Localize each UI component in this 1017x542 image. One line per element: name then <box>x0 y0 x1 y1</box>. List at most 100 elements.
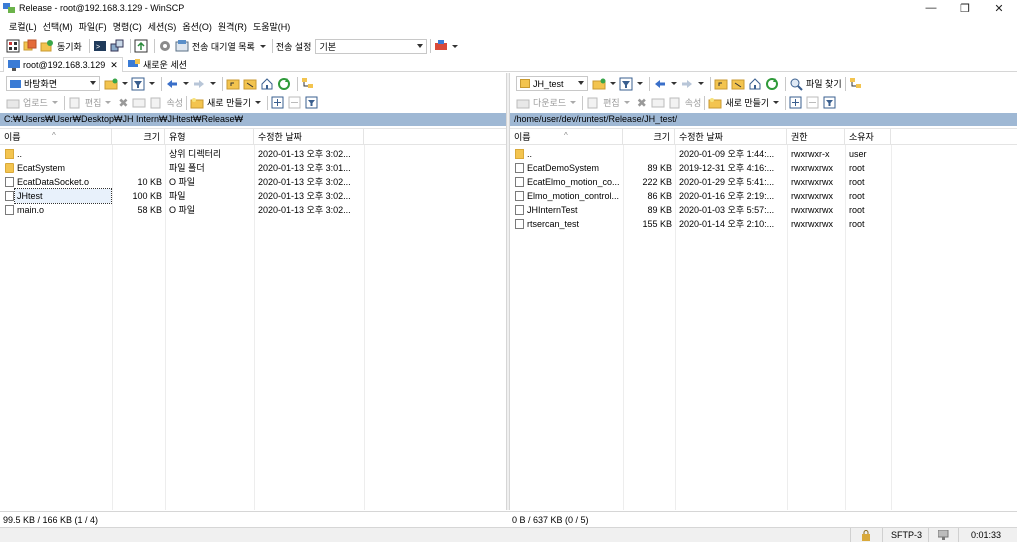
local-path-bar[interactable]: C:₩Users₩User₩Desktop₩JH Intern₩JHtest₩R… <box>0 113 506 126</box>
table-row[interactable]: rtsercan_test 155 KB 2020-01-14 오후 2:10:… <box>510 217 1017 231</box>
parent-dir-icon[interactable] <box>226 77 240 91</box>
close-tab-icon[interactable]: ✕ <box>110 60 118 71</box>
menu-remote[interactable]: 원격(R) <box>215 20 250 33</box>
upload-icon[interactable] <box>6 96 20 110</box>
menu-options[interactable]: 옵션(O) <box>179 20 215 33</box>
table-row[interactable]: EcatDataSocket.o 10 KB O 파일 2020-01-13 오… <box>0 175 506 189</box>
chevron-down-icon[interactable] <box>452 44 459 48</box>
chevron-down-icon[interactable] <box>51 101 58 104</box>
table-row[interactable]: Elmo_motion_control... 86 KB 2020-01-16 … <box>510 189 1017 203</box>
parent-dir-icon[interactable] <box>714 77 728 91</box>
chevron-down-icon[interactable] <box>773 101 780 104</box>
chevron-down-icon[interactable] <box>122 82 128 85</box>
properties-icon[interactable] <box>149 96 163 110</box>
properties-icon[interactable] <box>668 96 682 110</box>
menu-select[interactable]: 선택(M) <box>40 20 76 33</box>
chevron-down-icon[interactable] <box>183 82 189 85</box>
back-arrow-icon[interactable] <box>653 77 667 91</box>
delete-icon[interactable]: ✖ <box>637 96 647 110</box>
chevron-down-icon[interactable] <box>149 82 155 85</box>
filter-icon[interactable] <box>131 77 145 91</box>
col-name[interactable]: 이름 ^ <box>510 129 623 145</box>
menu-help[interactable]: 도움말(H) <box>250 20 293 33</box>
find-files-button[interactable]: 파일 찾기 <box>806 77 842 90</box>
col-modified[interactable]: 수정한 날짜 <box>675 129 787 145</box>
chevron-down-icon[interactable] <box>210 82 216 85</box>
refresh-icon[interactable] <box>765 77 779 91</box>
chevron-down-icon[interactable] <box>623 101 630 104</box>
col-modified[interactable]: 수정한 날짜 <box>254 129 364 145</box>
chevron-down-icon[interactable] <box>254 101 261 104</box>
new-folder-icon[interactable] <box>190 96 204 110</box>
col-size[interactable]: 크기 <box>112 129 165 145</box>
transfer-queue-icon[interactable] <box>175 39 189 53</box>
upload-button[interactable]: 업로드 <box>23 96 48 109</box>
unselect-icon[interactable] <box>806 96 820 110</box>
filter-icon[interactable] <box>619 77 633 91</box>
open-folder-icon[interactable] <box>104 77 118 91</box>
queue-list-button[interactable]: 전송 대기열 목록 <box>192 40 255 53</box>
col-name[interactable]: 이름 ^ <box>0 129 112 145</box>
chevron-down-icon[interactable] <box>610 82 616 85</box>
chevron-down-icon[interactable] <box>698 82 704 85</box>
edit-button[interactable]: 편집 <box>85 96 102 109</box>
table-row[interactable]: main.o 58 KB O 파일 2020-01-13 오후 3:02... <box>0 203 506 217</box>
menu-local[interactable]: 로컬(L) <box>6 20 40 33</box>
synchronize-button[interactable]: 동기화 <box>57 40 82 53</box>
menu-file[interactable]: 파일(F) <box>76 20 110 33</box>
remote-location-select[interactable]: JH_test <box>516 76 588 91</box>
col-type[interactable]: 유형 <box>165 129 254 145</box>
new-folder-icon[interactable] <box>708 96 722 110</box>
home-icon[interactable] <box>260 77 274 91</box>
tab-new-session[interactable]: 새로운 세션 <box>124 57 191 72</box>
col-size[interactable]: 크기 <box>623 129 675 145</box>
command-window-icon[interactable] <box>6 39 20 53</box>
chevron-down-icon[interactable] <box>259 44 266 48</box>
tree-view-icon[interactable] <box>849 77 863 91</box>
tab-session[interactable]: root@192.168.3.129 ✕ <box>3 57 123 72</box>
table-row[interactable]: .. 2020-01-09 오후 1:44:... rwxrwxr-x user <box>510 147 1017 161</box>
synchronize-icon[interactable] <box>40 39 54 53</box>
transfer-options-icon[interactable] <box>434 39 448 53</box>
new-button[interactable]: 새로 만들기 <box>725 96 769 109</box>
table-row[interactable]: EcatSystem 파일 폴더 2020-01-13 오후 3:01... <box>0 161 506 175</box>
chevron-down-icon[interactable] <box>105 101 112 104</box>
menu-command[interactable]: 명령(C) <box>110 20 145 33</box>
rename-icon[interactable] <box>132 96 146 110</box>
col-permissions[interactable]: 권한 <box>787 129 845 145</box>
unselect-icon[interactable] <box>288 96 302 110</box>
new-button[interactable]: 새로 만들기 <box>207 96 251 109</box>
forward-arrow-icon[interactable] <box>192 77 206 91</box>
delete-icon[interactable]: ✖ <box>118 96 128 110</box>
find-files-icon[interactable] <box>789 77 803 91</box>
compare-directories-icon[interactable] <box>23 39 37 53</box>
menu-session[interactable]: 세션(S) <box>145 20 180 33</box>
chevron-down-icon[interactable] <box>570 101 577 104</box>
select-all-icon[interactable] <box>789 96 803 110</box>
download-button[interactable]: 다운로드 <box>533 96 566 109</box>
chevron-down-icon[interactable] <box>637 82 643 85</box>
table-row[interactable]: JHInternTest 89 KB 2020-01-03 오후 5:57:..… <box>510 203 1017 217</box>
table-row[interactable]: EcatElmo_motion_co... 222 KB 2020-01-29 … <box>510 175 1017 189</box>
remote-path-bar[interactable]: /home/user/dev/runtest/Release/JH_test/ <box>510 113 1017 126</box>
edit-button[interactable]: 편집 <box>603 96 620 109</box>
properties-button[interactable]: 속성 <box>166 96 183 109</box>
table-row[interactable]: EcatDemoSystem 89 KB 2019-12-31 오후 4:16:… <box>510 161 1017 175</box>
root-dir-icon[interactable] <box>731 77 745 91</box>
local-location-select[interactable]: 바탕화면 <box>6 76 100 91</box>
transfer-preset-select[interactable]: 기본 <box>315 38 428 54</box>
tree-view-icon[interactable] <box>301 77 315 91</box>
chevron-down-icon[interactable] <box>671 82 677 85</box>
home-icon[interactable] <box>748 77 762 91</box>
select-all-icon[interactable] <box>271 96 285 110</box>
filter-select-icon[interactable] <box>305 96 319 110</box>
edit-icon[interactable] <box>68 96 82 110</box>
maximize-button[interactable]: ❐ <box>948 0 982 16</box>
root-dir-icon[interactable] <box>243 77 257 91</box>
download-icon[interactable] <box>516 96 530 110</box>
col-owner[interactable]: 소유자 <box>845 129 891 145</box>
refresh-icon[interactable] <box>277 77 291 91</box>
table-row[interactable]: JHtest 100 KB 파일 2020-01-13 오후 3:02... <box>0 188 506 204</box>
open-folder-icon[interactable] <box>592 77 606 91</box>
edit-icon[interactable] <box>586 96 600 110</box>
